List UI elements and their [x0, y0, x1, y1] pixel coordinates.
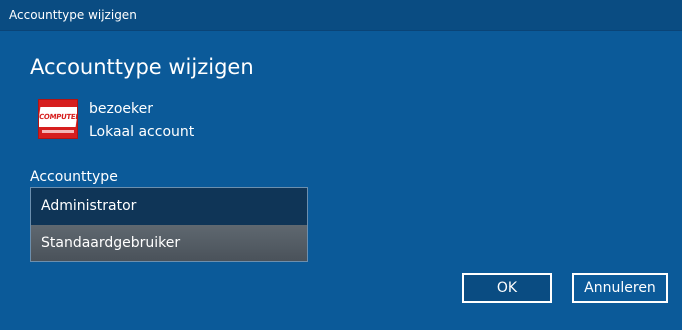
page-title: Accounttype wijzigen: [30, 55, 254, 79]
cancel-button[interactable]: Annuleren: [572, 273, 668, 303]
logo-stripe: [42, 130, 74, 133]
computer-logo-icon: COMPUTER!: [39, 107, 77, 127]
option-standard-user[interactable]: Standaardgebruiker: [31, 225, 307, 261]
ok-button[interactable]: OK: [462, 273, 552, 303]
title-bar: Accounttype wijzigen: [0, 0, 682, 31]
account-type-dropdown[interactable]: Administrator Standaardgebruiker: [30, 187, 308, 262]
avatar: COMPUTER!: [38, 99, 78, 139]
account-name: bezoeker: [89, 101, 154, 117]
account-kind: Lokaal account: [89, 124, 195, 140]
account-type-label: Accounttype: [30, 169, 118, 185]
option-administrator[interactable]: Administrator: [31, 188, 307, 224]
window-title: Accounttype wijzigen: [9, 8, 137, 22]
